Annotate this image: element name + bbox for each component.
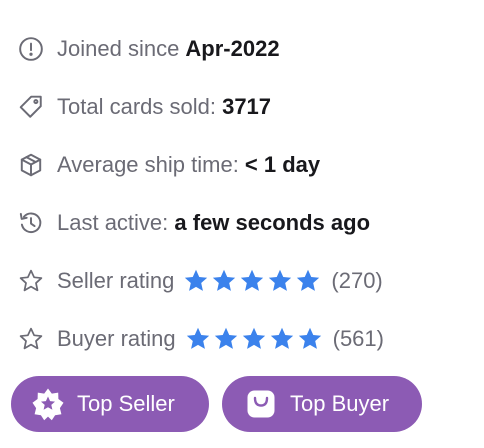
star-filled-icon [298,327,321,349]
last-active-value: a few seconds ago [174,210,371,235]
buyer-rating-stars [185,326,323,352]
tag-icon [18,94,44,120]
total-cards-sold-label: Total cards sold: [57,94,223,119]
last-active-row: Last active: a few seconds ago [18,194,478,252]
seller-rating-count: (270) [331,268,383,293]
total-cards-sold-value: 3717 [222,94,272,119]
star-filled-icon [186,327,209,349]
package-icon [18,152,44,178]
award-star-icon [31,387,65,421]
star-filled-icon [241,269,264,291]
star-filled-icon [213,269,236,291]
buyer-rating-count: (561) [332,326,384,351]
star-outline-icon [18,326,44,352]
info-circle-icon [18,36,44,62]
total-cards-sold-row: Total cards sold: 3717 [18,78,478,136]
joined-since-row: Joined since Apr-2022 [18,20,478,78]
seller-rating-label: Seller rating [57,268,175,293]
average-ship-time-value: < 1 day [244,152,321,177]
seller-rating-stars [183,268,321,294]
top-buyer-badge[interactable]: Top Buyer [222,376,422,432]
top-seller-badge[interactable]: Top Seller [11,376,209,432]
star-filled-icon [242,327,265,349]
top-buyer-label: Top Buyer [290,391,390,416]
star-filled-icon [214,327,237,349]
star-outline-icon [18,268,44,294]
star-filled-icon [270,327,293,349]
star-filled-icon [185,269,208,291]
top-seller-label: Top Seller [77,391,175,416]
star-filled-icon [269,269,292,291]
shopping-bag-icon [244,387,278,421]
joined-since-label: Joined since [57,36,186,61]
star-filled-icon [297,269,320,291]
average-ship-time-label: Average ship time: [57,152,245,177]
seller-rating-row: Seller rating (270) [18,252,478,310]
seller-stats: Joined since Apr-2022 Total cards sold: … [18,20,478,368]
history-icon [18,210,44,236]
average-ship-time-row: Average ship time: < 1 day [18,136,478,194]
buyer-rating-row: Buyer rating (561) [18,310,478,368]
last-active-label: Last active: [57,210,175,235]
badges: Top Seller Top Buyer [11,376,422,432]
buyer-rating-label: Buyer rating [57,326,176,351]
joined-since-value: Apr-2022 [185,36,280,61]
